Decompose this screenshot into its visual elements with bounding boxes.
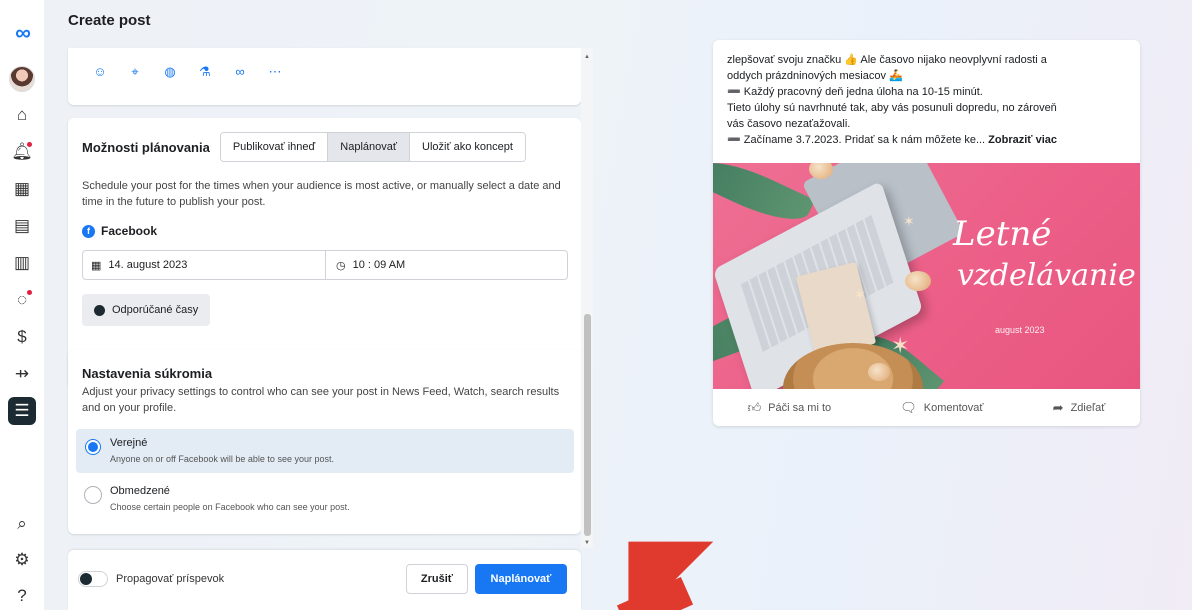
- cancel-button[interactable]: Zrušiť: [406, 564, 468, 594]
- platform-label: f Facebook: [82, 224, 157, 238]
- preview-line: zlepšovať svoju značku 👍 Ale časovo nija…: [727, 54, 1047, 66]
- form-scrollbar[interactable]: ▲ ▼: [581, 48, 593, 548]
- preview-text: zlepšovať svoju značku 👍 Ale časovo nija…: [727, 52, 1129, 148]
- time-value: 10 : 09 AM: [352, 259, 406, 271]
- insights-icon[interactable]: ▥: [8, 249, 36, 277]
- image-subtitle: august 2023: [995, 325, 1045, 335]
- radio-public[interactable]: [86, 440, 100, 454]
- image-headline-line2: vzdelávanie: [957, 258, 1136, 293]
- preview-line: vás časovo nezaťažovali.: [727, 118, 851, 130]
- preview-actions: 👍︎ Páči sa mi to 🗨︎ Komentovať ➦ Zdieľať: [713, 389, 1140, 426]
- content-icon[interactable]: ▦: [8, 175, 36, 203]
- post-preview: zlepšovať svoju značku 👍 Ale časovo nija…: [713, 40, 1140, 426]
- privacy-option-public[interactable]: Verejné Anyone on or off Facebook will b…: [76, 429, 574, 473]
- link-icon[interactable]: ∞: [232, 64, 248, 80]
- privacy-description: Adjust your privacy settings to control …: [82, 386, 560, 414]
- comment-button[interactable]: 🗨︎ Komentovať: [900, 400, 983, 416]
- comment-icon: 🗨︎: [900, 399, 917, 415]
- post-form: ☺ ⌖ ◍ ⚗ ∞ ⋯ Možnosti plánovania Publikovať ih…: [68, 48, 581, 548]
- notifications-icon[interactable]: 🔔︎: [8, 138, 36, 166]
- option-sublabel: Anyone on or off Facebook will be able t…: [110, 454, 334, 464]
- comment-label: Komentovať: [923, 401, 984, 414]
- share-label: Zdieľať: [1070, 401, 1106, 414]
- starfish-illustration: ✶: [903, 213, 915, 229]
- clock-icon: ◷: [336, 259, 346, 272]
- facebook-icon: f: [82, 224, 95, 238]
- shell-illustration: [868, 363, 890, 381]
- more-icon[interactable]: ⋯: [267, 64, 283, 80]
- schedule-button[interactable]: Naplánovať: [475, 564, 567, 594]
- left-nav-rail: ∞ ⌂ 🔔︎ ▦ ▤ ▥ ◌ $ ⇸ ☰ ⌕ ⚙?: [0, 0, 44, 610]
- image-headline-line1: Letné: [953, 214, 1052, 254]
- recommended-times-button[interactable]: Odporúčané časy: [82, 294, 211, 326]
- planner-icon[interactable]: ▤: [8, 212, 36, 240]
- privacy-title: Nastavenia súkromia: [82, 366, 213, 381]
- menu-icon[interactable]: ☰: [8, 397, 36, 425]
- option-label: Verejné: [110, 437, 148, 449]
- search-icon[interactable]: ⌕: [8, 510, 36, 538]
- page-title: Create post: [68, 12, 151, 29]
- like-button[interactable]: 👍︎ Páči sa mi to: [748, 400, 832, 416]
- scheduling-section: Možnosti plánovania Publikovať ihneď Nap…: [68, 118, 581, 388]
- notification-badge: [27, 290, 32, 295]
- ads-icon[interactable]: ⇸: [8, 360, 36, 388]
- scheduling-description: Schedule your post for the times when yo…: [82, 180, 561, 208]
- notification-badge: [27, 142, 32, 147]
- monetization-icon[interactable]: $: [8, 323, 36, 351]
- annotation-arrow-icon: [586, 499, 714, 610]
- scroll-thumb[interactable]: [584, 314, 591, 536]
- toggle-knob: [80, 573, 92, 585]
- tab-publish-now[interactable]: Publikovať ihneď: [220, 133, 329, 161]
- option-label: Obmedzené: [110, 485, 170, 497]
- scroll-down-icon[interactable]: ▼: [584, 540, 590, 546]
- radio-restricted[interactable]: [84, 486, 102, 504]
- location-icon[interactable]: ⌖: [127, 64, 143, 80]
- share-button[interactable]: ➦ Zdieľať: [1053, 400, 1106, 416]
- form-footer: Propagovať príspevok Zrušiť Naplánovať: [68, 550, 581, 610]
- scheduling-tabs: Publikovať ihneď Naplánovať Uložiť ako k…: [219, 132, 526, 162]
- share-icon: ➦: [1052, 399, 1064, 415]
- promote-toggle[interactable]: [78, 571, 108, 587]
- starfish-illustration: ✶: [891, 333, 910, 358]
- preview-line: ➖ Každý pracovný deň jedna úloha na 10-1…: [727, 86, 983, 98]
- tab-schedule[interactable]: Naplánovať: [328, 133, 410, 161]
- preview-image: ✶ ✶ ✶ Letné vzdelávanie august 2023: [713, 163, 1140, 389]
- emoji-icon[interactable]: ☺: [92, 64, 108, 80]
- option-sublabel: Choose certain people on Facebook who ca…: [110, 502, 350, 512]
- recommended-times-label: Odporúčané časy: [112, 304, 199, 316]
- composer-toolbar: ☺ ⌖ ◍ ⚗ ∞ ⋯: [68, 48, 581, 105]
- thumbs-up-icon: 👍︎: [747, 399, 762, 415]
- beaker-icon[interactable]: ⚗: [197, 64, 213, 80]
- scheduling-title: Možnosti plánovania: [82, 139, 210, 155]
- preview-line: ➖ Začíname 3.7.2023. Pridať sa k nám môž…: [727, 132, 1129, 148]
- avatar[interactable]: [9, 66, 35, 92]
- date-field[interactable]: ▦ 14. august 2023: [83, 251, 326, 279]
- palm-leaf-illustration: [713, 163, 815, 233]
- preview-last-line: ➖ Začíname 3.7.2023. Pridať sa k nám môž…: [727, 134, 986, 146]
- calendar-icon: ▦: [91, 259, 102, 272]
- shell-illustration: [905, 271, 931, 291]
- platform-name: Facebook: [101, 224, 158, 238]
- tab-save-draft[interactable]: Uložiť ako koncept: [410, 133, 525, 161]
- preview-line: oddych prázdninových mesiacov 🚣: [727, 70, 903, 82]
- promote-label: Propagovať príspevok: [116, 573, 225, 585]
- date-time-picker: ▦ 14. august 2023 ◷ 10 : 09 AM: [82, 250, 568, 280]
- like-label: Páči sa mi to: [768, 401, 832, 414]
- time-field[interactable]: ◷ 10 : 09 AM: [326, 251, 567, 279]
- see-more-link[interactable]: Zobraziť viac: [988, 134, 1057, 146]
- image-headline: Letné vzdelávanie: [953, 213, 1136, 297]
- help-icon[interactable]: ?: [8, 582, 36, 610]
- settings-icon[interactable]: ⚙: [8, 546, 36, 574]
- clock-filled-icon: [94, 304, 105, 316]
- date-value: 14. august 2023: [108, 259, 188, 271]
- meta-logo-icon[interactable]: ∞: [15, 20, 31, 46]
- preview-line: Tieto úlohy sú navrhnuté tak, aby vás po…: [727, 102, 1057, 114]
- privacy-section: Nastavenia súkromia Adjust your privacy …: [68, 350, 581, 534]
- privacy-option-restricted[interactable]: Obmedzené Choose certain people on Faceb…: [76, 477, 574, 521]
- scroll-up-icon[interactable]: ▲: [584, 54, 590, 60]
- home-icon[interactable]: ⌂: [8, 101, 36, 129]
- starfish-illustration: ✶: [853, 287, 867, 304]
- inbox-icon[interactable]: ◌: [8, 286, 36, 314]
- messenger-icon[interactable]: ◍: [162, 64, 178, 80]
